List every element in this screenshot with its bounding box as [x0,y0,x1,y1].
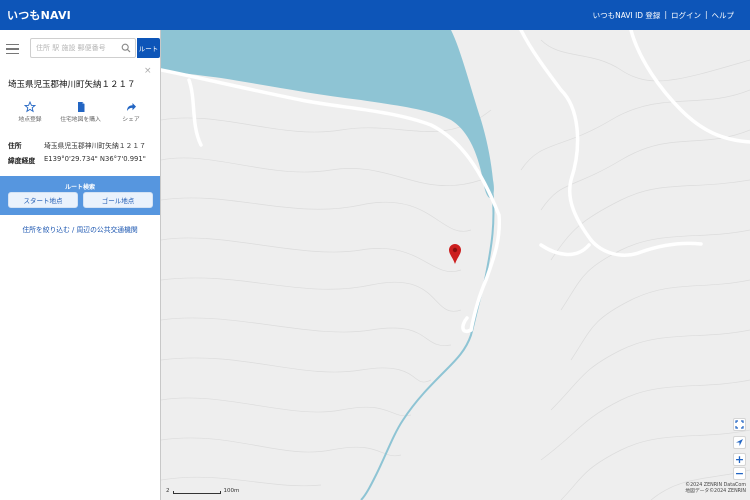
top-header: いつもNAVI いつもNAVI ID 登録 | ログイン | ヘルプ [0,0,750,30]
share-label: シェア [122,117,140,123]
map-scale: 2 100m [166,488,239,494]
address-value: 埼玉県児玉郡神川町矢納１２１７ [44,142,146,150]
map-canvas[interactable] [161,30,750,500]
scale-prefix: 2 [166,488,170,494]
share-button[interactable]: シェア [109,101,153,125]
place-actions: 地点登録 住宅地図を購入 シェア [8,101,153,125]
place-title: 埼玉県児玉郡神川町矢納１２１７ [8,80,136,90]
register-link[interactable]: いつもNAVI ID 登録 [593,10,661,21]
address-label: 住所 [8,142,22,150]
fullscreen-icon [735,420,744,429]
location-pin-icon[interactable] [448,243,462,265]
nearby-transit-link[interactable]: 住所を絞り込む / 周辺の公共交通機関 [0,224,160,234]
zoom-in-button[interactable]: + [733,453,746,466]
map-terrain [161,30,750,500]
search-box [30,38,136,58]
scale-label: 100m [223,488,240,494]
zoom-out-button[interactable]: − [733,467,746,480]
goal-point-button[interactable]: ゴール地点 [83,192,153,208]
coordinate-row: 緯度経度 E139°0'29.734" N36°7'0.991" [8,155,146,165]
header-links: いつもNAVI ID 登録 | ログイン | ヘルプ [593,10,734,21]
search-input[interactable] [31,39,117,57]
star-icon [24,101,36,113]
buy-map-label: 住宅地図を購入 [60,117,101,123]
address-row: 住所 埼玉県児玉郡神川町矢納１２１７ [8,140,146,150]
route-button[interactable]: ルート [137,38,160,58]
plus-icon: + [734,453,745,466]
route-search-panel: ルート検索 スタート地点 ゴール地点 [0,176,160,215]
route-buttons: スタート地点 ゴール地点 [8,192,153,208]
minus-icon: − [734,467,745,480]
login-link[interactable]: ログイン [671,10,701,21]
start-point-button[interactable]: スタート地点 [8,192,78,208]
buy-map-button[interactable]: 住宅地図を購入 [59,101,103,125]
copyright-line-2: 地図データ©2024 ZENRIN [685,489,746,494]
hamburger-menu-icon[interactable] [6,41,22,57]
register-point-label: 地点登録 [18,117,42,123]
register-point-button[interactable]: 地点登録 [8,101,52,125]
separator: | [704,9,708,19]
coordinate-value: E139°0'29.734" N36°7'0.991" [44,155,146,163]
share-icon [127,103,136,111]
sidebar: ルート × 埼玉県児玉郡神川町矢納１２１７ 地点登録 住宅地図を購入 シェア 住… [0,30,161,500]
scale-bar [172,491,221,494]
app-logo[interactable]: いつもNAVI [7,7,71,23]
separator: | [664,9,667,19]
search-icon[interactable] [121,43,131,53]
navigation-arrow-icon [736,439,743,446]
close-icon[interactable]: × [144,66,152,76]
map-copyright: ©2024 ZENRIN DataCom 地図データ©2024 ZENRIN [685,483,746,495]
fullscreen-button[interactable] [733,418,746,431]
route-search-title: ルート検索 [64,184,95,191]
help-link[interactable]: ヘルプ [712,10,735,21]
search-row: ルート [6,38,160,60]
coordinate-label: 緯度経度 [8,157,36,165]
document-icon [77,102,84,112]
current-location-button[interactable] [733,436,746,449]
